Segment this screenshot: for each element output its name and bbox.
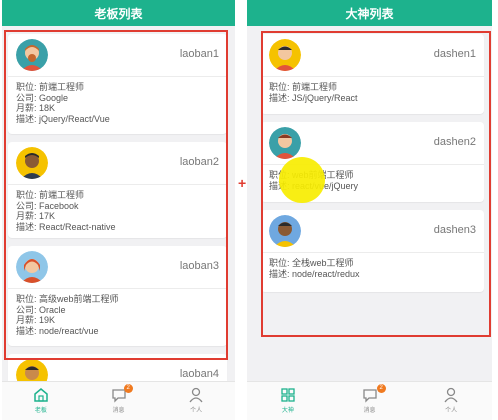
unread-badge: 2 (376, 384, 386, 393)
plus-icon: + (238, 175, 247, 191)
tab-label: 个人 (445, 408, 458, 414)
tab-personal[interactable]: 个人 (157, 382, 235, 420)
tab-label: 个人 (190, 408, 203, 414)
page-title: 老板列表 (2, 0, 235, 26)
home-icon (34, 388, 48, 402)
tab-expert[interactable]: 大神 (247, 382, 329, 420)
highlight-box-left (4, 30, 228, 360)
cursor-highlight (279, 157, 325, 203)
tab-label: 消息 (112, 408, 125, 414)
tab-label: 大神 (281, 408, 294, 414)
tab-boss[interactable]: 老板 (2, 382, 80, 420)
tab-personal[interactable]: 个人 (410, 382, 492, 420)
tab-label: 消息 (363, 408, 376, 414)
username: laoban4 (179, 368, 219, 380)
page-title: 大神列表 (247, 0, 492, 26)
bottom-tab-bar: 大神 2 消息 个人 (247, 381, 492, 420)
person-icon (444, 387, 458, 403)
unread-badge: 2 (123, 384, 133, 393)
message-icon (362, 389, 377, 403)
tab-messages[interactable]: 2 消息 (329, 382, 411, 420)
tab-messages[interactable]: 2 消息 (80, 382, 158, 420)
tab-label: 老板 (34, 408, 47, 414)
bottom-tab-bar: 老板 2 消息 个人 (2, 381, 235, 420)
grid-icon (281, 388, 295, 402)
person-icon (189, 387, 203, 403)
